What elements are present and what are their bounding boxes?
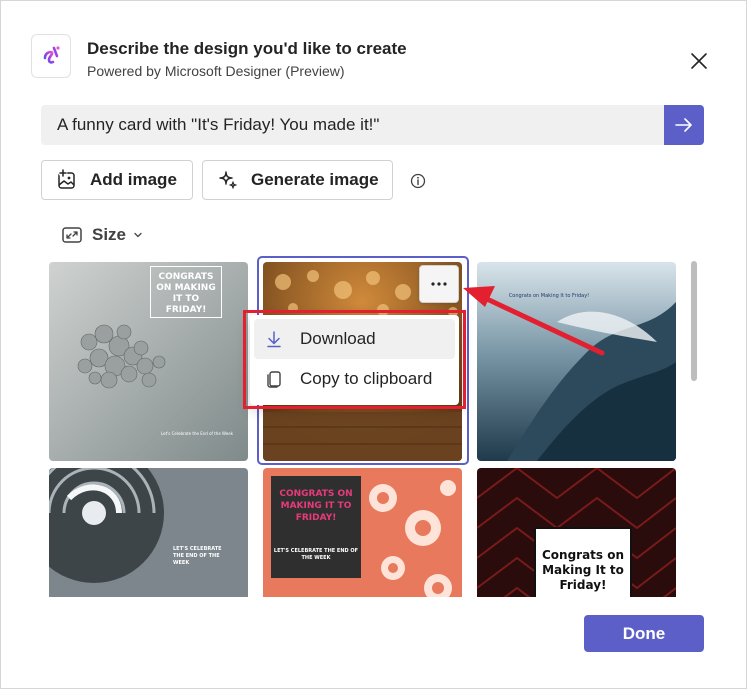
design-card-1[interactable]: CONGRATS ON MAKING IT TO FRIDAY! Let's C… bbox=[49, 262, 248, 461]
design-card-6[interactable]: Congrats on Making It to Friday! bbox=[477, 468, 676, 597]
card-text: Congrats on Making It to Friday! bbox=[541, 548, 625, 592]
design-card-4[interactable]: LET'S CELEBRATE THE END OF THE WEEK bbox=[49, 468, 248, 597]
generate-image-label: Generate image bbox=[251, 170, 379, 189]
card-context-menu: Download Copy to clipboard bbox=[250, 315, 459, 405]
add-image-button[interactable]: Add image bbox=[41, 160, 193, 200]
dialog-subtitle: Powered by Microsoft Designer (Preview) bbox=[87, 63, 345, 79]
more-horizontal-icon bbox=[431, 282, 447, 286]
design-card-3[interactable]: Congrats on Making It to Friday! bbox=[477, 262, 676, 461]
info-icon[interactable] bbox=[409, 172, 427, 190]
card-text: LET'S CELEBRATE THE END OF THE WEEK bbox=[173, 546, 222, 566]
card-caption: Let's Celebrate the End of the Week bbox=[160, 431, 234, 436]
card-text: CONGRATS ON MAKING IT TO FRIDAY! bbox=[279, 489, 353, 523]
done-button[interactable]: Done bbox=[584, 615, 704, 652]
sparkle-icon bbox=[217, 169, 239, 191]
prompt-input[interactable]: A funny card with "It's Friday! You made… bbox=[41, 105, 664, 145]
card-image bbox=[49, 468, 248, 597]
resize-icon bbox=[61, 224, 83, 246]
dialog-title: Describe the design you'd like to create bbox=[87, 39, 407, 58]
download-label: Download bbox=[300, 329, 376, 348]
add-image-label: Add image bbox=[90, 170, 177, 189]
arrow-right-icon bbox=[675, 118, 692, 132]
send-button[interactable] bbox=[664, 105, 704, 145]
card-text: CONGRATS ON MAKING IT TO FRIDAY! bbox=[156, 272, 216, 315]
image-add-icon bbox=[56, 169, 78, 191]
close-icon bbox=[691, 53, 707, 69]
designer-dialog: Describe the design you'd like to create… bbox=[0, 0, 747, 689]
chevron-down-icon bbox=[132, 229, 144, 241]
menu-item-copy[interactable]: Copy to clipboard bbox=[254, 359, 455, 399]
download-icon bbox=[262, 327, 286, 351]
design-grid: CONGRATS ON MAKING IT TO FRIDAY! Let's C… bbox=[41, 253, 701, 597]
card-text: Congrats on Making It to Friday! bbox=[508, 293, 590, 299]
menu-item-download[interactable]: Download bbox=[254, 319, 455, 359]
generate-image-button[interactable]: Generate image bbox=[202, 160, 393, 200]
designer-logo-icon bbox=[31, 34, 71, 78]
copy-label: Copy to clipboard bbox=[300, 369, 433, 388]
grid-scrollbar[interactable] bbox=[691, 261, 697, 381]
copy-icon bbox=[262, 367, 286, 391]
size-dropdown[interactable]: Size bbox=[61, 223, 144, 247]
close-button[interactable] bbox=[685, 47, 713, 75]
size-label: Size bbox=[92, 225, 127, 244]
more-options-button[interactable] bbox=[419, 265, 459, 303]
design-card-5[interactable]: CONGRATS ON MAKING IT TO FRIDAY! LET'S C… bbox=[263, 468, 462, 597]
card-image bbox=[477, 262, 676, 461]
card-caption: LET'S CELEBRATE THE END OF THE WEEK bbox=[273, 548, 359, 561]
